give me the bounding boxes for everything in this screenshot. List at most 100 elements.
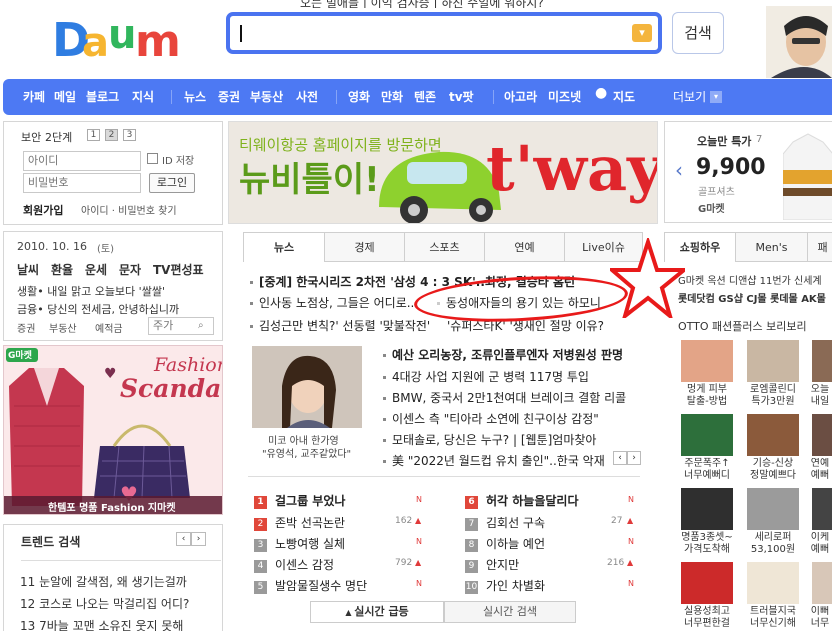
news-item[interactable]: 모태솔로, 당신은 누구? | [웹툰]엄마찾아 [383, 431, 643, 448]
rank-item[interactable]: 1 걸그룹 부었나 [254, 492, 345, 509]
nav-knowledge[interactable]: 지식 [132, 88, 154, 105]
today-special-box[interactable]: 오늘만 특가 7 ‹ 9,900 골프셔츠 G마켓 [664, 121, 832, 223]
news-item[interactable]: 예산 오리농장, 조류인플루엔자 저병원성 판명 [383, 346, 643, 363]
find-account-link[interactable]: 아이디 · 비밀번호 찾기 [81, 202, 177, 217]
chevron-down-icon[interactable]: ▾ [710, 91, 722, 103]
product-thumb[interactable] [747, 488, 799, 530]
product-caption[interactable]: 이케 예뻐 [808, 532, 832, 556]
product-thumb[interactable] [812, 414, 832, 456]
product-caption[interactable]: 트러블지국 너무신기해 [742, 606, 804, 630]
news-headline[interactable]: 김성근만 변칙?' 선동렬 '맞불작전' [250, 317, 435, 334]
tab-more[interactable]: 패 [808, 232, 832, 262]
product-thumb[interactable] [681, 414, 733, 456]
news-item-text[interactable]: 이센스 측 "티아라 소연에 친구이상 감정" [392, 412, 599, 426]
nav-comic[interactable]: 만화 [381, 88, 403, 105]
chevron-left-icon[interactable]: ‹ [675, 158, 683, 182]
today-line-finance[interactable]: 금융• 당신의 전세금, 안녕하십니까 [17, 301, 217, 317]
rank-text[interactable]: 노빵여행 실체 [275, 537, 345, 551]
rank-text[interactable]: 걸그룹 부었나 [275, 494, 345, 508]
fashion-ad[interactable]: ♥ ♥ G마켓 Fashion Scandal 한템포 명품 Fashion 지… [3, 345, 223, 515]
tv-schedule-link[interactable]: TV편성표 [153, 261, 204, 278]
today-line-life[interactable]: 생활• 내일 맑고 오늘보다 '쌀쌀' [17, 283, 217, 299]
tab-stock[interactable]: 증권 [17, 320, 35, 335]
tab-news[interactable]: 뉴스 [243, 232, 325, 262]
news-item-text[interactable]: BMW, 중국서 2만1천여대 브레이크 결함 리콜 [392, 391, 626, 405]
rank-text[interactable]: 이센스 감정 [275, 558, 334, 572]
rank-item[interactable]: 2 존박 선곡논란 [254, 514, 345, 531]
product-thumb[interactable] [747, 562, 799, 604]
rank-item[interactable]: 10 가인 차별화 [465, 577, 545, 594]
nav-tvpot[interactable]: tv팟 [449, 88, 474, 105]
tab-realestate[interactable]: 부동산 [49, 320, 77, 335]
security-level-3[interactable]: 3 [123, 129, 136, 141]
product-caption[interactable]: 이뻐 너무 [808, 606, 832, 630]
news-item-text[interactable]: 예산 오리농장, 조류인플루엔자 저병원성 판명 [392, 348, 623, 362]
nav-stock[interactable]: 증권 [218, 88, 240, 105]
headline-text[interactable]: 인사동 노점상, 그들은 어디로.. [259, 296, 414, 310]
login-button[interactable]: 로그인 [149, 173, 195, 193]
search-icon[interactable]: ⌕ [198, 320, 204, 331]
sms-link[interactable]: 문자 [119, 261, 141, 278]
tab-realtime-search[interactable]: 실시간 검색 [444, 601, 576, 623]
rank-item[interactable]: 5 발암물질생수 명단 [254, 577, 367, 594]
product-thumb[interactable] [812, 340, 832, 382]
nav-miznet[interactable]: 미즈넷 [548, 88, 581, 105]
tab-sports[interactable]: 스포츠 [405, 232, 485, 262]
news-headline[interactable]: 인사동 노점상, 그들은 어디로.. [250, 294, 428, 311]
nav-dictionary[interactable]: 사전 [296, 88, 318, 105]
product-thumb[interactable] [681, 488, 733, 530]
trend-item[interactable]: 13 7바늘 꼬맨 소유진 웃지 못해 [20, 617, 183, 631]
nav-realestate[interactable]: 부동산 [250, 88, 283, 105]
top-notice[interactable]: 오는 밀애들 | 이익 검사증 | 하진 수일에 워하지? [300, 0, 610, 8]
security-level-2[interactable]: 2 [105, 129, 118, 141]
nav-agora[interactable]: 아고라 [504, 88, 537, 105]
product-caption[interactable]: 실용성최고 너무편한걸 [676, 606, 738, 630]
shop-partners-2[interactable]: 롯데닷컴 GS샵 CJ몰 롯데몰 AK몰 [678, 290, 832, 305]
otto-links[interactable]: OTTO 패션플러스 보리보리 [678, 318, 807, 334]
news-item[interactable]: 이센스 측 "티아라 소연에 친구이상 감정" [383, 410, 643, 427]
tab-mens[interactable]: Men's [736, 232, 808, 262]
nav-mail[interactable]: 메일 [54, 88, 76, 105]
stock-search-input[interactable] [148, 317, 214, 335]
tab-economy[interactable]: 경제 [325, 232, 405, 262]
rank-text[interactable]: 안지만 [486, 558, 519, 572]
weather-link[interactable]: 날씨 [17, 261, 39, 278]
tab-entertainment[interactable]: 연예 [485, 232, 565, 262]
headline-text[interactable]: 김성근만 변칙?' 선동렬 '맞불작전' [259, 319, 430, 333]
product-thumb[interactable] [812, 488, 832, 530]
product-caption[interactable]: 오늘 내일 [808, 384, 832, 408]
rank-text[interactable]: 가인 차별화 [486, 579, 545, 593]
product-thumb[interactable] [681, 340, 733, 382]
headline-text[interactable]: '슈퍼스타K' '생새인 절망 이유? [447, 319, 604, 333]
nav-more[interactable]: 더보기 [673, 88, 706, 105]
trend-item[interactable]: 11 눈알에 갈색점, 왜 생기는걸까 [20, 573, 187, 590]
rank-text[interactable]: 허각 하늘을달리다 [486, 494, 579, 508]
product-caption[interactable]: 기승-신상 정말예쁘다 [742, 458, 804, 482]
rank-text[interactable]: 존박 선곡논란 [275, 516, 345, 530]
news-item-text[interactable]: 美 "2022년 월드컵 유치 출인"..한국 악재 [392, 454, 605, 468]
rank-item[interactable]: 9 안지만 [465, 556, 519, 573]
news-item-text[interactable]: 모태솔로, 당신은 누구? | [웹툰]엄마찾아 [392, 433, 596, 447]
photo-caption-2[interactable]: "유영석, 교주같았다" [262, 445, 351, 460]
password-input[interactable] [23, 173, 141, 193]
trend-item[interactable]: 12 코스로 나오는 막걸리집 어디? [20, 595, 189, 612]
news-item[interactable]: BMW, 중국서 2만1천여대 브레이크 결함 리콜 [383, 389, 643, 406]
product-caption[interactable]: 명품3종셋~ 가격도착해 [676, 532, 738, 556]
chevron-left-icon[interactable]: ‹ [176, 532, 191, 546]
news-item[interactable]: 美 "2022년 월드컵 유치 출인"..한국 악재 [383, 452, 611, 469]
shop-partners-1[interactable]: G마켓 옥션 디앤샵 11번가 신세계 [678, 272, 832, 287]
rank-text[interactable]: 김회선 구속 [486, 516, 545, 530]
security-level-1[interactable]: 1 [87, 129, 100, 141]
news-item-text[interactable]: 4대강 사업 지원에 군 병력 117명 투입 [392, 370, 589, 384]
chevron-right-icon[interactable]: › [627, 451, 641, 465]
product-thumb[interactable] [747, 414, 799, 456]
rank-item[interactable]: 4 이센스 감정 [254, 556, 334, 573]
nav-news[interactable]: 뉴스 [184, 88, 206, 105]
rank-item[interactable]: 6 허각 하늘을달리다 [465, 492, 579, 509]
tab-shoppinghow[interactable]: 쇼핑하우 [664, 232, 736, 262]
product-caption[interactable]: 세리로퍼 53,100원 [742, 532, 804, 556]
chevron-right-icon[interactable]: › [191, 532, 206, 546]
product-caption[interactable]: 주문폭주↑ 너무예뻐디 [676, 458, 738, 482]
nav-cafe[interactable]: 카페 [23, 88, 45, 105]
product-caption[interactable]: 로엠콜린디 특가3만원 [742, 384, 804, 408]
